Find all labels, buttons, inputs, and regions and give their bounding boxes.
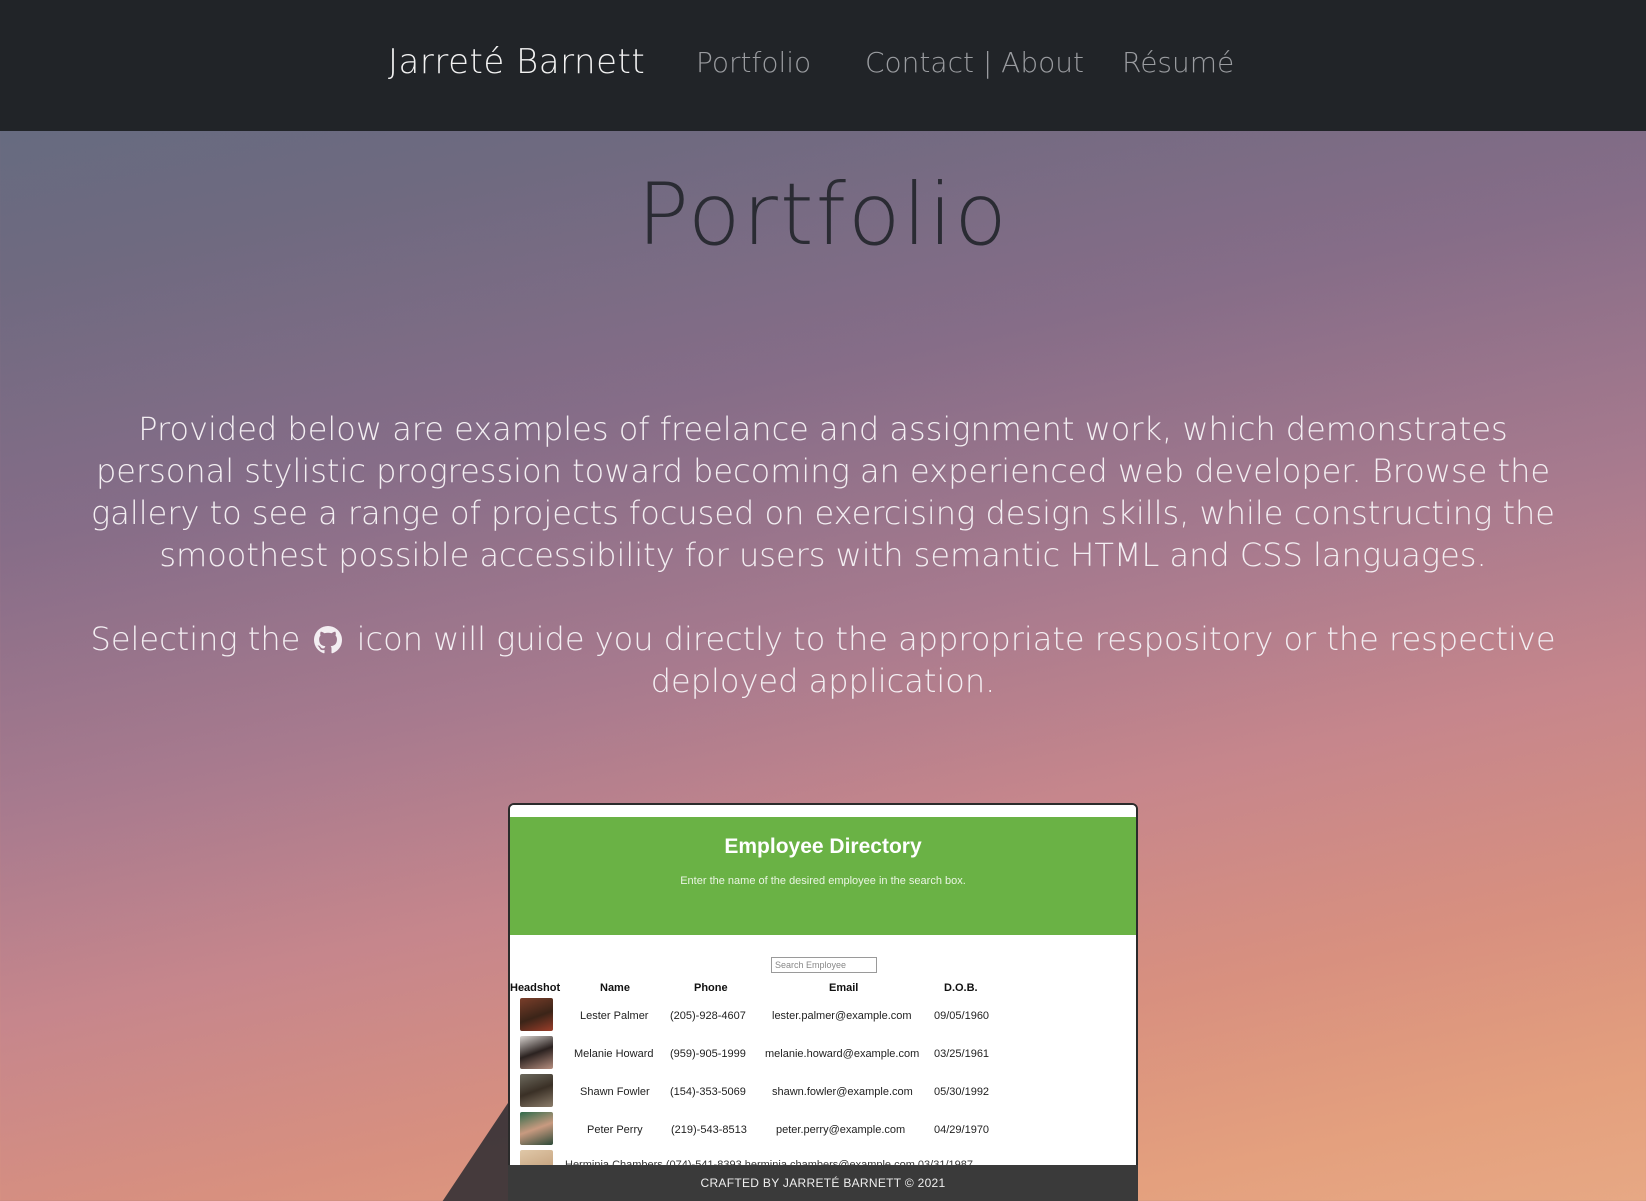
github-instruction-after: icon will guide you directly to the appr… bbox=[356, 620, 1556, 700]
table-row: Melanie Howard (959)-905-1999 melanie.ho… bbox=[510, 1036, 1136, 1072]
avatar bbox=[520, 1074, 553, 1107]
cell-dob: 03/25/1961 bbox=[934, 1048, 990, 1060]
github-instruction: Selecting the icon will guide you direct… bbox=[80, 618, 1566, 702]
cell-email: melanie.howard@example.com bbox=[765, 1048, 920, 1060]
navbar: Jarreté Barnett Portfolio Contact | Abou… bbox=[0, 0, 1646, 131]
search-input[interactable]: Search Employee bbox=[771, 957, 877, 973]
cell-phone: (959)-905-1999 bbox=[670, 1048, 746, 1060]
cell-name: Peter Perry bbox=[587, 1124, 643, 1136]
cell-email: lester.palmer@example.com bbox=[772, 1010, 912, 1022]
header-email: Email bbox=[829, 982, 859, 994]
page-title: Portfolio bbox=[637, 165, 1009, 265]
nav-link-contact-about[interactable]: Contact | About bbox=[865, 46, 1084, 79]
header-headshot: Headshot bbox=[510, 982, 561, 994]
github-icon bbox=[314, 622, 343, 654]
brand-link[interactable]: Jarreté Barnett bbox=[388, 42, 645, 82]
header-name: Name bbox=[600, 982, 630, 994]
table-row: Peter Perry (219)-543-8513 peter.perry@e… bbox=[510, 1112, 1136, 1148]
cell-email: peter.perry@example.com bbox=[776, 1124, 906, 1136]
cell-phone: (205)-928-4607 bbox=[670, 1010, 746, 1022]
project-subtitle: Enter the name of the desired employee i… bbox=[680, 875, 966, 887]
nav-link-resume[interactable]: Résumé bbox=[1122, 46, 1234, 79]
cell-name: Lester Palmer bbox=[580, 1010, 649, 1022]
nav-link-portfolio[interactable]: Portfolio bbox=[696, 46, 811, 79]
avatar bbox=[520, 998, 553, 1031]
github-instruction-before: Selecting the bbox=[90, 620, 301, 658]
intro-paragraph: Provided below are examples of freelance… bbox=[91, 410, 1555, 574]
header-dob: D.O.B. bbox=[944, 982, 978, 994]
table-row: Lester Palmer (205)-928-4607 lester.palm… bbox=[510, 998, 1136, 1034]
cell-name: Melanie Howard bbox=[574, 1048, 654, 1060]
project-card-employee-directory[interactable]: Employee Directory Enter the name of the… bbox=[508, 803, 1138, 1201]
cell-name: Shawn Fowler bbox=[580, 1086, 650, 1098]
table-row: Shawn Fowler (154)-353-5069 shawn.fowler… bbox=[510, 1074, 1136, 1110]
cell-email: shawn.fowler@example.com bbox=[772, 1086, 913, 1098]
avatar bbox=[520, 1112, 553, 1145]
cell-dob: 05/30/1992 bbox=[934, 1086, 990, 1098]
cell-phone: (154)-353-5069 bbox=[670, 1086, 746, 1098]
cell-dob: 09/05/1960 bbox=[934, 1010, 990, 1022]
cell-dob: 04/29/1970 bbox=[934, 1124, 990, 1136]
project-title: Employee Directory bbox=[724, 835, 922, 858]
header-phone: Phone bbox=[694, 982, 728, 994]
project-card-footer: CRAFTED BY JARRETÉ BARNETT © 2021 bbox=[508, 1165, 1138, 1201]
project-hero: Employee Directory Enter the name of the… bbox=[510, 817, 1136, 935]
cell-phone: (219)-543-8513 bbox=[671, 1124, 747, 1136]
avatar bbox=[520, 1036, 553, 1069]
